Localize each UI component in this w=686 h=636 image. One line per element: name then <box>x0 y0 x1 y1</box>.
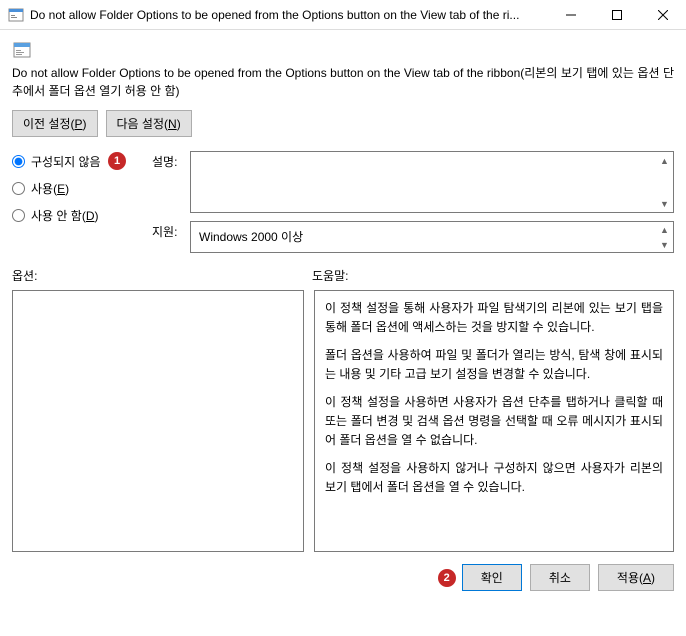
radio-disabled[interactable]: 사용 안 함(D) <box>12 207 132 224</box>
radio-disabled-input[interactable] <box>12 209 25 222</box>
scroll-down-icon[interactable]: ▼ <box>656 237 673 252</box>
radio-enabled[interactable]: 사용(E) <box>12 180 132 197</box>
prev-setting-button[interactable]: 이전 설정(P) <box>12 110 98 137</box>
help-panel: 이 정책 설정을 통해 사용자가 파일 탐색기의 리본에 있는 보기 탭을 통해… <box>314 290 674 552</box>
radio-enabled-input[interactable] <box>12 182 25 195</box>
close-button[interactable] <box>640 0 686 30</box>
help-p2: 폴더 옵션을 사용하여 파일 및 폴더가 열리는 방식, 탐색 창에 표시되는 … <box>325 346 663 383</box>
help-p4: 이 정책 설정을 사용하지 않거나 구성하지 않으면 사용자가 리본의 보기 탭… <box>325 459 663 496</box>
apply-button[interactable]: 적용(A) <box>598 564 674 591</box>
radio-not-configured[interactable]: 구성되지 않음 1 <box>12 153 132 170</box>
titlebar: Do not allow Folder Options to be opened… <box>0 0 686 30</box>
app-icon <box>8 7 24 23</box>
radio-not-configured-label: 구성되지 않음 <box>31 153 101 170</box>
ok-button[interactable]: 확인 <box>462 564 522 591</box>
scroll-down-icon[interactable]: ▼ <box>656 195 673 212</box>
support-box: Windows 2000 이상 ▲ ▼ <box>190 221 674 253</box>
comment-box[interactable]: ▲ ▼ <box>190 151 674 213</box>
help-p1: 이 정책 설정을 통해 사용자가 파일 탐색기의 리본에 있는 보기 탭을 통해… <box>325 299 663 336</box>
page-icon <box>12 40 32 60</box>
support-text: Windows 2000 이상 <box>199 230 303 244</box>
scroll-up-icon[interactable]: ▲ <box>656 222 673 237</box>
annotation-marker-1: 1 <box>108 152 126 170</box>
support-label: 지원: <box>152 221 182 253</box>
help-label: 도움말: <box>312 267 348 284</box>
comment-label: 설명: <box>152 151 182 213</box>
scroll-up-icon[interactable]: ▲ <box>656 152 673 169</box>
radio-enabled-label: 사용(E) <box>31 180 69 197</box>
options-label: 옵션: <box>12 267 312 284</box>
next-setting-button[interactable]: 다음 설정(N) <box>106 110 192 137</box>
minimize-button[interactable] <box>548 0 594 30</box>
titlebar-text: Do not allow Folder Options to be opened… <box>30 8 548 22</box>
options-panel <box>12 290 304 552</box>
cancel-button[interactable]: 취소 <box>530 564 590 591</box>
maximize-button[interactable] <box>594 0 640 30</box>
radio-not-configured-input[interactable] <box>12 155 25 168</box>
help-p3: 이 정책 설정을 사용하면 사용자가 옵션 단추를 탭하거나 클릭할 때 또는 … <box>325 393 663 449</box>
annotation-marker-2: 2 <box>438 569 456 587</box>
page-title: Do not allow Folder Options to be opened… <box>12 64 674 100</box>
radio-disabled-label: 사용 안 함(D) <box>31 207 99 224</box>
